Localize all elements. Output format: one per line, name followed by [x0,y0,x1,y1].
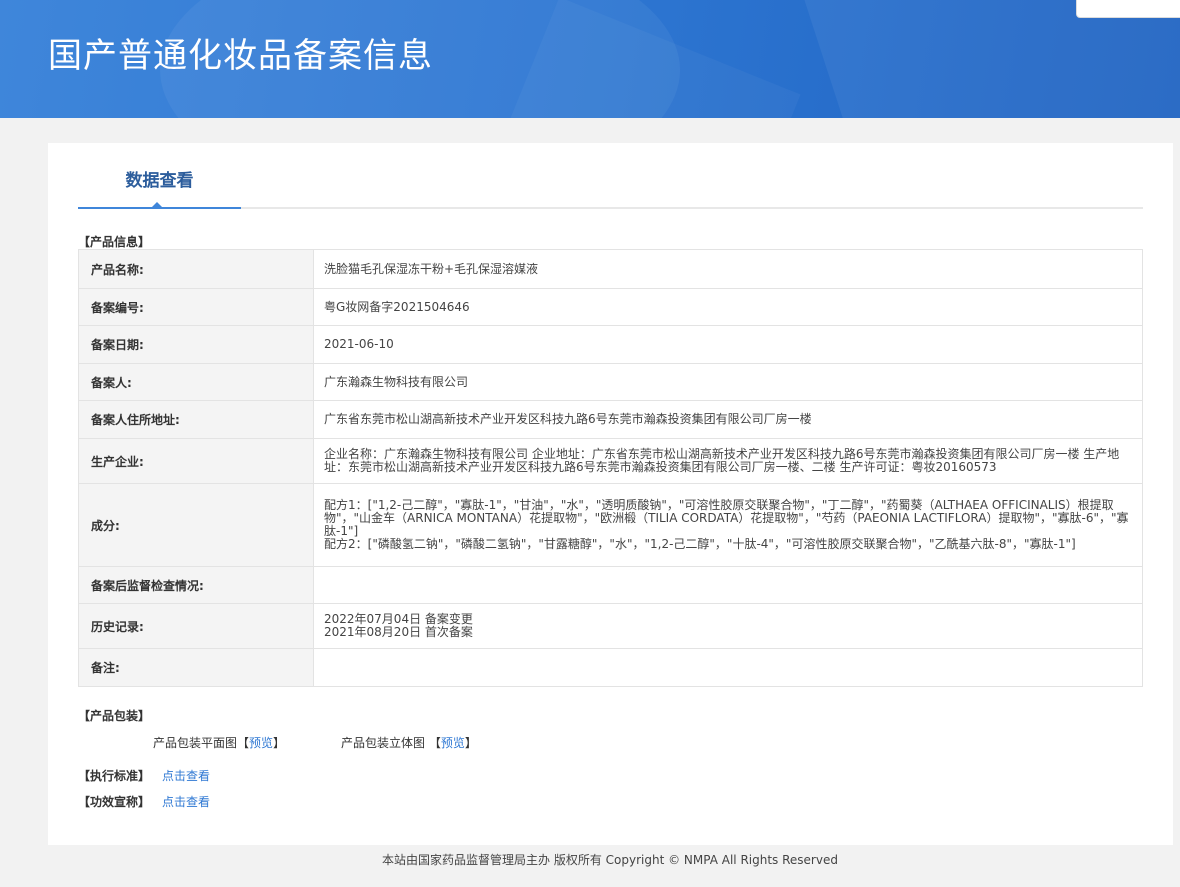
tab-bar: 数据查看 [78,171,1143,209]
efficacy-view-link[interactable]: 点击查看 [162,793,210,810]
table-row: 产品名称: 洗脸猫毛孔保湿冻干粉+毛孔保湿溶媒液 [78,249,1143,289]
product-info-table: 产品名称: 洗脸猫毛孔保湿冻干粉+毛孔保湿溶媒液 备案编号: 粤G妆网备字202… [78,249,1143,687]
tab-label: 数据查看 [125,171,194,191]
ingredients-formula-2: 配方2：["磷酸氢二钠"，"磷酸二氢钠"，"甘露糖醇"，"水"，"1,2-己二醇… [324,537,1076,551]
table-row: 备案人: 广东瀚森生物科技有限公司 [78,363,1143,401]
row-value: 2022年07月04日 备案变更 2021年08月20日 首次备案 [313,603,1143,649]
tab-data-view[interactable]: 数据查看 [78,171,241,209]
top-right-tab[interactable] [1076,0,1180,18]
table-row: 成分: 配方1：["1,2-己二醇"，"寡肽-1"，"甘油"，"水"，"透明质酸… [78,483,1143,567]
row-value: 2021-06-10 [313,325,1143,364]
packaging-flat-label: 产品包装平面图 [153,736,238,750]
row-label: 备案日期: [78,325,314,364]
table-row: 备案后监督检查情况: [78,566,1143,604]
row-label: 备注: [78,648,314,687]
table-row: 备案编号: 粤G妆网备字2021504646 [78,288,1143,326]
row-label: 备案编号: [78,288,314,326]
content-card: 数据查看 【产品信息】 产品名称: 洗脸猫毛孔保湿冻干粉+毛孔保湿溶媒液 备案编… [48,143,1173,845]
bracket: 【 [428,736,441,750]
standard-view-link[interactable]: 点击查看 [162,767,210,784]
packaging-solid-label: 产品包装立体图 [341,736,426,750]
footer-copyright: 本站由国家药品监督管理局主办 版权所有 Copyright © NMPA All… [382,853,838,867]
row-label: 备案人住所地址: [78,400,314,439]
section-title-efficacy: 【功效宣称】 [78,795,151,809]
table-row: 备注: [78,648,1143,687]
bracket: 】 [464,736,477,750]
row-label: 历史记录: [78,603,314,649]
history-entry: 2021年08月20日 首次备案 [324,625,473,639]
page-title: 国产普通化妆品备案信息 [48,36,433,76]
row-value: 粤G妆网备字2021504646 [313,288,1143,326]
row-label: 备案人: [78,363,314,401]
row-value [313,648,1143,687]
row-value [313,566,1143,604]
row-label: 备案后监督检查情况: [78,566,314,604]
table-row: 备案人住所地址: 广东省东莞市松山湖高新技术产业开发区科技九路6号东莞市瀚森投资… [78,400,1143,439]
page-header-banner: 国产普通化妆品备案信息 [0,0,1180,118]
table-row: 历史记录: 2022年07月04日 备案变更 2021年08月20日 首次备案 [78,603,1143,649]
section-title-product-info: 【产品信息】 [78,235,151,249]
row-label: 成分: [78,483,314,567]
row-value: 广东省东莞市松山湖高新技术产业开发区科技九路6号东莞市瀚森投资集团有限公司厂房一… [313,400,1143,439]
packaging-solid-row: 产品包装立体图 【预览】 [341,734,477,751]
ingredients-formula-1: 配方1：["1,2-己二醇"，"寡肽-1"，"甘油"，"水"，"透明质酸钠"，"… [324,498,1129,538]
table-row: 备案日期: 2021-06-10 [78,325,1143,364]
row-value: 配方1：["1,2-己二醇"，"寡肽-1"，"甘油"，"水"，"透明质酸钠"，"… [313,483,1143,567]
preview-flat-link[interactable]: 预览 [249,736,273,750]
table-row: 生产企业: 企业名称：广东瀚森生物科技有限公司 企业地址：广东省东莞市松山湖高新… [78,438,1143,484]
bracket: 】 [273,736,286,750]
preview-solid-link[interactable]: 预览 [441,736,465,750]
row-label: 生产企业: [78,438,314,484]
tab-active-caret [151,202,163,208]
section-title-standard: 【执行标准】 [78,769,151,783]
row-label: 产品名称: [78,249,314,289]
section-title-packaging: 【产品包装】 [78,709,151,723]
row-value: 洗脸猫毛孔保湿冻干粉+毛孔保湿溶媒液 [313,249,1143,289]
row-value: 企业名称：广东瀚森生物科技有限公司 企业地址：广东省东莞市松山湖高新技术产业开发… [313,438,1143,484]
row-value: 广东瀚森生物科技有限公司 [313,363,1143,401]
bracket: 【 [237,736,250,750]
packaging-flat-row: 产品包装平面图【预览】 [153,734,285,751]
